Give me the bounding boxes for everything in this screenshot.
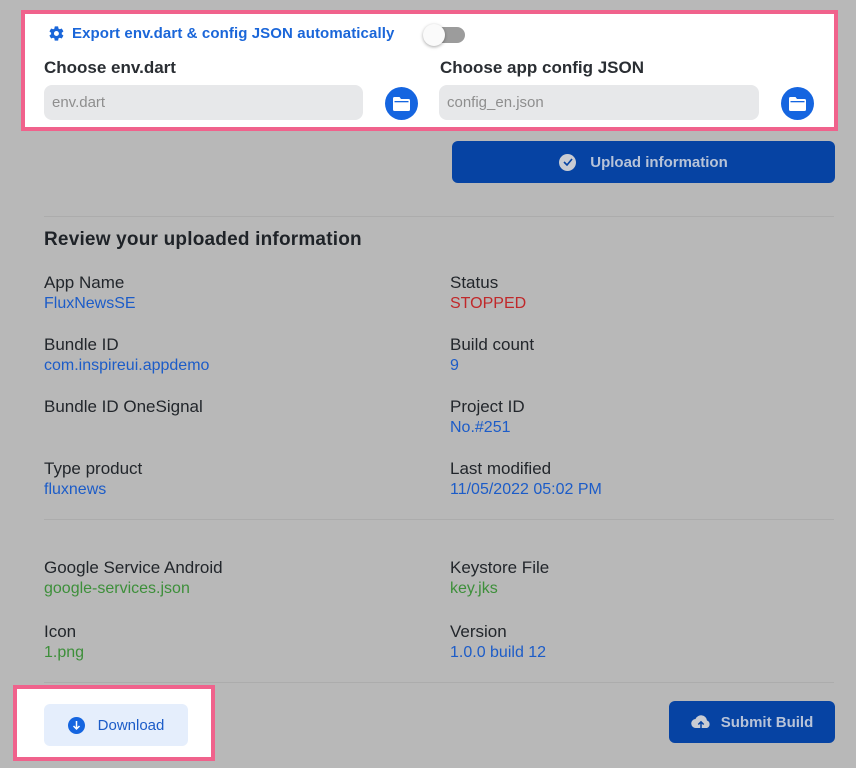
download-highlight: Download	[13, 685, 215, 761]
toggle-knob	[423, 24, 445, 46]
info-type-product: Type product fluxnews	[44, 458, 142, 500]
divider	[44, 216, 834, 217]
info-label: Status	[450, 273, 499, 292]
info-keystore-file: Keystore File key.jks	[450, 557, 549, 599]
gear-icon	[47, 24, 65, 42]
arrow-down-circle-icon	[67, 716, 85, 734]
status-badge: STOPPED	[450, 295, 527, 312]
divider	[44, 682, 834, 683]
download-label: Download	[97, 716, 165, 734]
info-label: Type product	[44, 459, 143, 478]
info-label: Keystore File	[450, 558, 550, 577]
info-value: 9	[450, 357, 459, 374]
info-label: Project ID	[450, 397, 525, 416]
info-label: Last modified	[450, 459, 552, 478]
info-label: Bundle ID	[44, 335, 119, 354]
info-value: 11/05/2022 05:02 PM	[450, 481, 602, 498]
info-label: Build count	[450, 335, 535, 354]
review-title: Review your uploaded information	[44, 229, 362, 250]
info-label: Icon	[44, 622, 77, 641]
info-value: key.jks	[450, 580, 498, 597]
folder-icon	[789, 96, 806, 111]
info-google-service-android: Google Service Android google-services.j…	[44, 557, 223, 599]
info-last-modified: Last modified 11/05/2022 05:02 PM	[450, 458, 602, 500]
info-version: Version 1.0.0 build 12	[450, 621, 546, 663]
submit-build-label: Submit Build	[720, 713, 814, 731]
check-circle-icon	[559, 153, 577, 171]
env-input[interactable]	[44, 85, 363, 120]
info-value: 1.png	[44, 644, 85, 661]
info-icon: Icon 1.png	[44, 621, 84, 663]
submit-build-button[interactable]: Submit Build	[669, 701, 835, 743]
info-value: FluxNewsSE	[44, 295, 136, 312]
info-label: Bundle ID OneSignal	[44, 397, 203, 416]
info-value: No.#251	[450, 419, 511, 436]
info-bundle-id: Bundle ID com.inspireui.appdemo	[44, 334, 209, 376]
download-button[interactable]: Download	[44, 704, 188, 746]
upload-information-label: Upload information	[590, 153, 728, 171]
info-label: Version	[450, 622, 507, 641]
info-value: google-services.json	[44, 580, 190, 597]
export-label: Export env.dart & config JSON automatica…	[72, 24, 395, 42]
env-label: Choose env.dart	[44, 58, 176, 77]
info-value: fluxnews	[44, 481, 107, 498]
info-project-id: Project ID No.#251	[450, 396, 525, 438]
info-build-count: Build count 9	[450, 334, 534, 376]
info-app-name: App Name FluxNewsSE	[44, 272, 136, 314]
export-toggle[interactable]	[423, 24, 467, 46]
cloud-upload-icon	[690, 714, 711, 730]
info-label: Google Service Android	[44, 558, 223, 577]
divider	[44, 519, 834, 520]
info-value: com.inspireui.appdemo	[44, 357, 210, 374]
info-label: App Name	[44, 273, 125, 292]
upload-information-button[interactable]: Upload information	[452, 141, 835, 183]
config-panel: Export env.dart & config JSON automatica…	[21, 10, 838, 131]
config-input[interactable]	[439, 85, 759, 120]
env-browse-button[interactable]	[385, 87, 418, 120]
info-status: Status STOPPED	[450, 272, 526, 314]
config-label: Choose app config JSON	[440, 58, 645, 77]
info-value: 1.0.0 build 12	[450, 644, 547, 661]
config-browse-button[interactable]	[781, 87, 814, 120]
info-bundle-id-onesignal: Bundle ID OneSignal	[44, 396, 203, 417]
folder-icon	[393, 96, 410, 111]
export-setting: Export env.dart & config JSON automatica…	[47, 24, 394, 42]
